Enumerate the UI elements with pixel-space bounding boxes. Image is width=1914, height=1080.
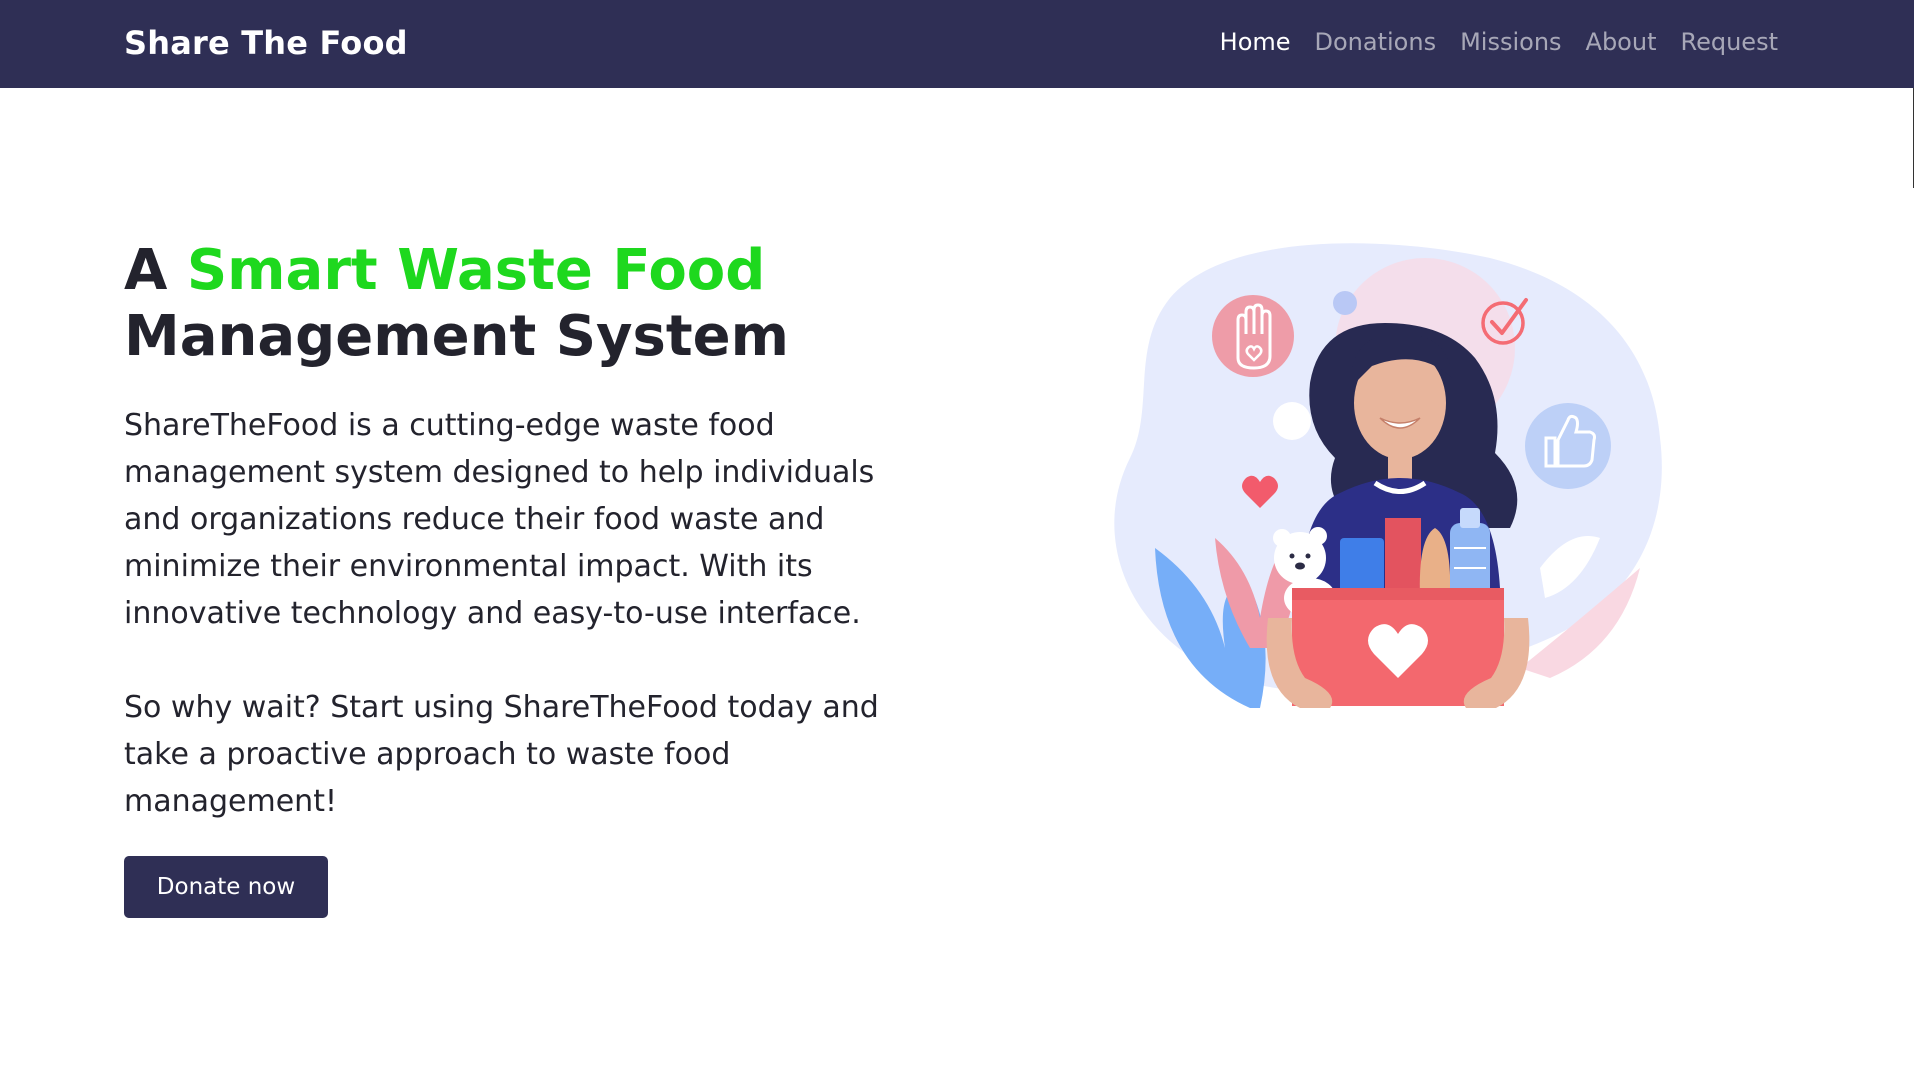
hero-description: ShareTheFood is a cutting-edge waste foo… [124, 402, 924, 825]
nav-link-about[interactable]: About [1586, 28, 1657, 56]
headline-prefix: A [124, 238, 168, 303]
hand-heart-icon [1212, 295, 1294, 377]
page-title: A Smart Waste Food Management System [124, 238, 944, 370]
small-dot-icon [1333, 291, 1357, 315]
hero-section: A Smart Waste Food Management System Sha… [124, 238, 944, 825]
headline-suffix: Management System [124, 304, 789, 369]
description-paragraph-1: ShareTheFood is a cutting-edge waste foo… [124, 408, 875, 631]
brand-logo-link[interactable]: Share The Food [124, 24, 408, 62]
nav-link-missions[interactable]: Missions [1460, 28, 1561, 56]
white-dot-icon [1273, 402, 1311, 440]
nav-link-donations[interactable]: Donations [1315, 28, 1437, 56]
description-paragraph-2: So why wait? Start using ShareTheFood to… [124, 690, 879, 819]
headline-accent: Smart Waste Food [186, 238, 766, 303]
thumbs-up-icon [1525, 403, 1611, 489]
donate-now-button[interactable]: Donate now [124, 856, 328, 918]
woman-neck [1388, 450, 1412, 480]
donation-illustration [1114, 243, 1662, 708]
nav-menu: Home Donations Missions About Request [1220, 28, 1778, 56]
nav-link-request[interactable]: Request [1681, 28, 1779, 56]
heart-box-icon [1292, 588, 1504, 706]
top-navbar: Share The Food Home Donations Missions A… [0, 0, 1914, 88]
nav-link-home[interactable]: Home [1220, 28, 1291, 56]
